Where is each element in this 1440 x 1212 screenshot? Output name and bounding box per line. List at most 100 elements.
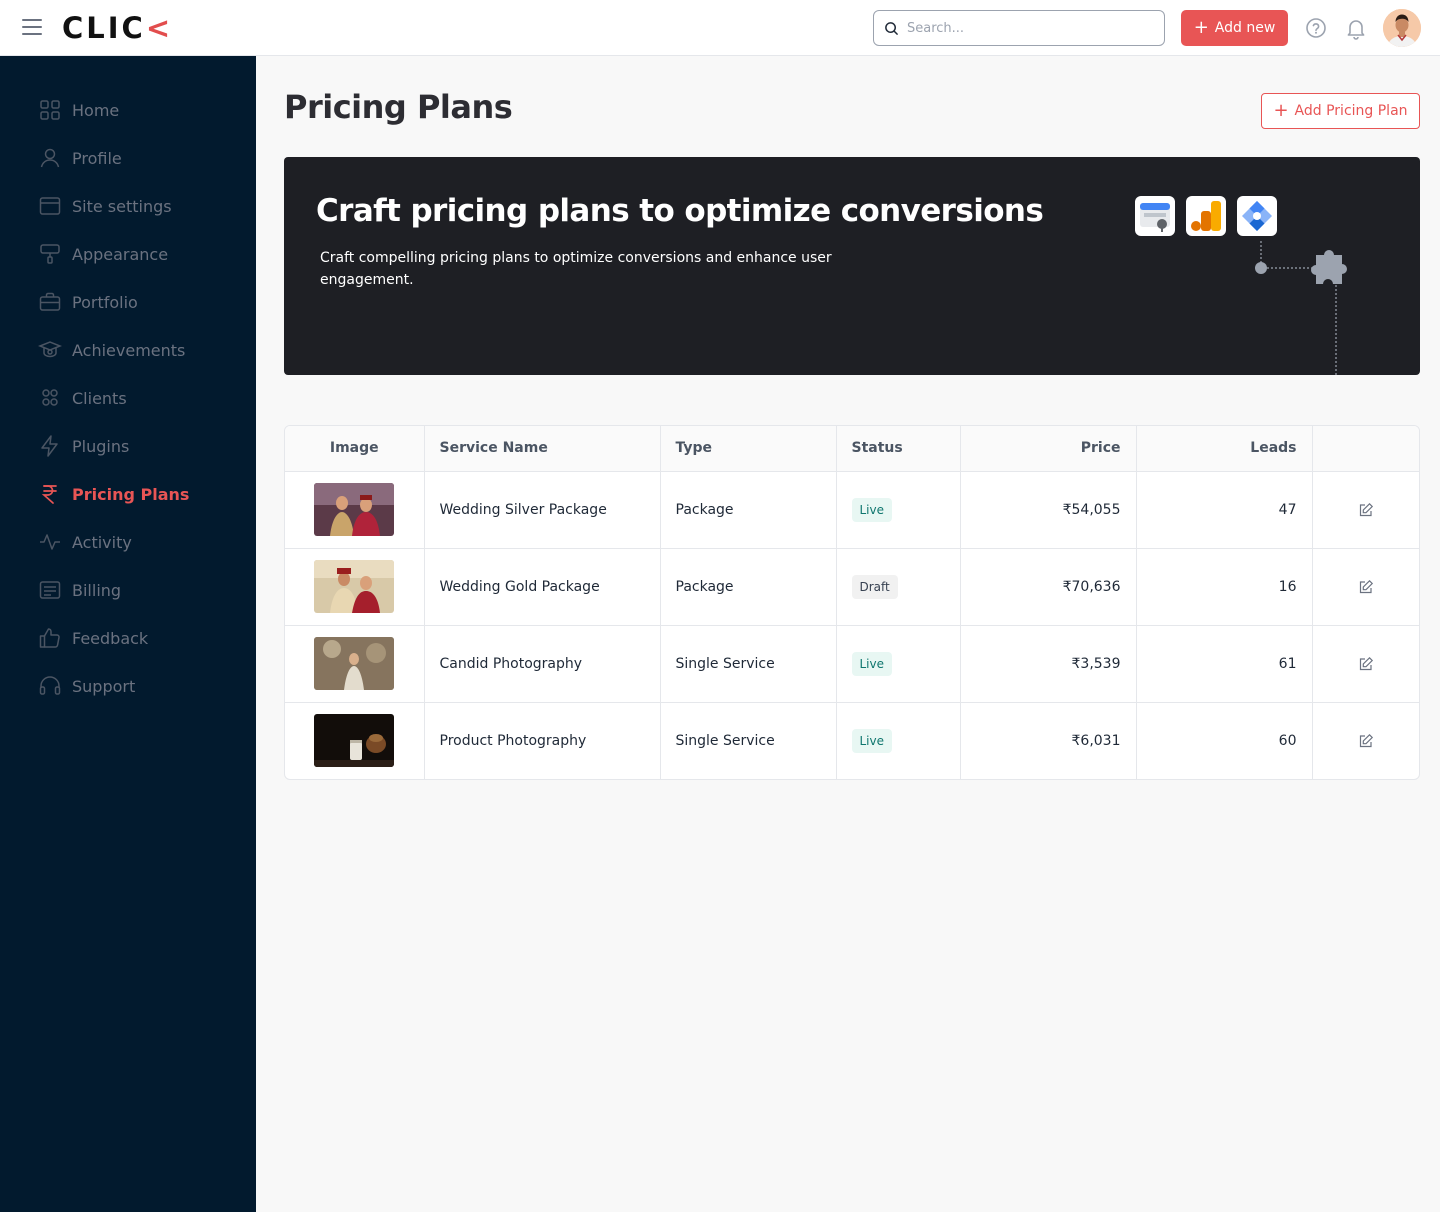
table-row[interactable]: Candid Photography Single Service Live ₹… (285, 625, 1419, 703)
sidebar-item-label: Feedback (72, 628, 149, 648)
user-avatar[interactable] (1383, 9, 1421, 47)
type-cell: Package (660, 471, 837, 549)
paint-roller-icon (38, 242, 62, 266)
sidebar-item-achievements[interactable]: Achievements (0, 326, 256, 374)
leads-cell: 47 (1136, 471, 1313, 549)
service-thumbnail[interactable] (314, 637, 395, 690)
status-cell: Live (836, 471, 961, 549)
banner-title: Craft pricing plans to optimize conversi… (316, 193, 1044, 229)
sidebar-item-label: Clients (72, 388, 127, 408)
table-row[interactable]: Wedding Silver Package Package Live ₹54,… (285, 471, 1419, 549)
image-cell (285, 471, 425, 549)
column-header-leads[interactable]: Leads (1136, 426, 1313, 472)
status-badge: Live (851, 728, 893, 753)
sidebar-item-label: Achievements (72, 340, 186, 360)
search-input[interactable] (907, 20, 1147, 36)
sidebar-item-label: Site settings (72, 196, 172, 216)
analytics-icon (1186, 196, 1226, 236)
service-thumbnail[interactable] (314, 714, 395, 768)
sidebar-item-label: Billing (72, 580, 122, 600)
sidebar-item-pricing-plans[interactable]: Pricing Plans (0, 470, 256, 518)
type-cell: Single Service (660, 625, 837, 703)
avatar-image (1383, 9, 1421, 47)
image-cell (285, 548, 425, 626)
table-row[interactable]: Wedding Gold Package Package Draft ₹70,6… (285, 548, 1419, 626)
status-cell: Live (836, 702, 961, 779)
column-header-price[interactable]: Price (960, 426, 1137, 472)
leads-cell: 61 (1136, 625, 1313, 703)
plus-icon: + (1193, 17, 1209, 38)
status-badge: Live (851, 497, 893, 522)
image-cell (285, 625, 425, 703)
price-cell: ₹54,055 (960, 471, 1137, 549)
edit-icon[interactable] (1358, 579, 1374, 595)
user-icon (38, 146, 62, 170)
table-row[interactable]: Product Photography Single Service Live … (285, 702, 1419, 779)
sidebar-item-feedback[interactable]: Feedback (0, 614, 256, 662)
sidebar-item-portfolio[interactable]: Portfolio (0, 278, 256, 326)
users-icon (38, 386, 62, 410)
sidebar-item-plugins[interactable]: Plugins (0, 422, 256, 470)
logo-accent: < (145, 11, 174, 45)
app-logo[interactable]: CLIC< (62, 11, 173, 45)
sidebar-item-clients[interactable]: Clients (0, 374, 256, 422)
column-header-status[interactable]: Status (836, 426, 961, 472)
actions-cell (1312, 625, 1419, 703)
rupee-icon (38, 482, 62, 506)
service-name-cell: Wedding Gold Package (424, 548, 661, 626)
service-name-cell: Product Photography (424, 702, 661, 779)
sidebar-item-site-settings[interactable]: Site settings (0, 182, 256, 230)
puzzle-connector-graphic (1255, 241, 1347, 375)
sidebar: Home Profile Site settings Appearance Po… (0, 56, 256, 1212)
banner-subtitle: Craft compelling pricing plans to optimi… (320, 250, 832, 288)
page-title: Pricing Plans (284, 88, 513, 126)
search-console-icon (1135, 196, 1175, 236)
search-icon (885, 21, 898, 35)
sidebar-item-support[interactable]: Support (0, 662, 256, 710)
column-header-service-name[interactable]: Service Name (424, 426, 661, 472)
edit-icon[interactable] (1358, 656, 1374, 672)
table-header-row: Image Service Name Type Status Price Lea… (285, 426, 1419, 472)
image-cell (285, 702, 425, 779)
receipt-icon (38, 578, 62, 602)
thumbs-up-icon (38, 626, 62, 650)
search-box[interactable] (873, 10, 1165, 46)
column-header-image[interactable]: Image (285, 426, 425, 472)
tag-manager-icon (1237, 196, 1277, 236)
headset-icon (38, 674, 62, 698)
help-icon[interactable] (1305, 17, 1327, 39)
grid-icon (38, 98, 62, 122)
sidebar-item-label: Activity (72, 532, 132, 552)
add-pricing-plan-button[interactable]: + Add Pricing Plan (1261, 93, 1420, 129)
edit-icon[interactable] (1358, 502, 1374, 518)
service-thumbnail[interactable] (314, 560, 395, 613)
type-cell: Package (660, 548, 837, 626)
sidebar-item-label: Support (72, 676, 136, 696)
add-new-button[interactable]: + Add new (1181, 10, 1288, 46)
award-icon (38, 338, 62, 362)
sidebar-item-label: Home (72, 100, 120, 120)
column-header-actions (1312, 426, 1419, 472)
price-cell: ₹70,636 (960, 548, 1137, 626)
sidebar-item-profile[interactable]: Profile (0, 134, 256, 182)
sidebar-item-label: Profile (72, 148, 122, 168)
notification-bell-icon[interactable] (1345, 16, 1367, 40)
top-bar: CLIC< + Add new (0, 0, 1440, 56)
activity-icon (38, 530, 62, 554)
service-thumbnail[interactable] (314, 483, 395, 536)
logo-text: CLIC (62, 11, 146, 45)
actions-cell (1312, 702, 1419, 779)
type-cell: Single Service (660, 702, 837, 779)
menu-icon[interactable] (22, 19, 42, 37)
add-pricing-plan-label: Add Pricing Plan (1294, 103, 1408, 119)
sidebar-item-billing[interactable]: Billing (0, 566, 256, 614)
lightning-icon (38, 434, 62, 458)
edit-icon[interactable] (1358, 733, 1374, 749)
column-header-type[interactable]: Type (660, 426, 837, 472)
sidebar-item-appearance[interactable]: Appearance (0, 230, 256, 278)
sidebar-item-home[interactable]: Home (0, 86, 256, 134)
price-cell: ₹6,031 (960, 702, 1137, 779)
status-cell: Draft (836, 548, 961, 626)
sidebar-item-label: Pricing Plans (72, 484, 190, 504)
sidebar-item-activity[interactable]: Activity (0, 518, 256, 566)
